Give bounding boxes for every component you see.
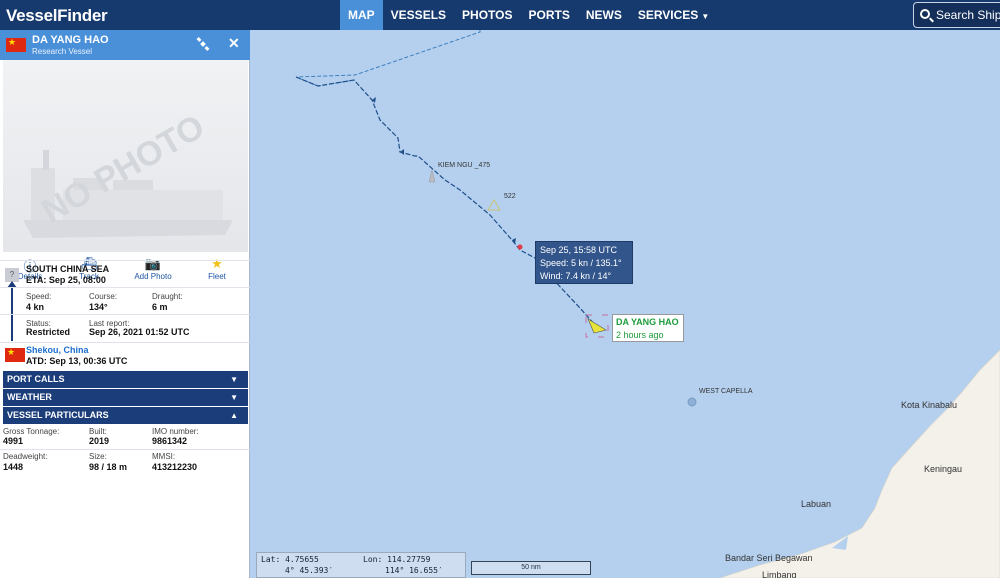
particulars-divider — [0, 449, 250, 450]
tooltip-time: Sep 25, 15:58 UTC — [540, 245, 618, 255]
chevron-up-icon: ▲ — [230, 411, 238, 420]
map-svg — [295, 30, 1000, 578]
last-report-value: Sep 26, 2021 01:52 UTC — [89, 327, 190, 337]
lon-decimal: Lon: 114.27759 — [363, 555, 431, 564]
vessel-panel-header: DA YANG HAO Research Vessel ✕ — [0, 30, 250, 60]
chevron-down-icon: ▼ — [230, 393, 238, 402]
eta: ETA: Sep 25, 08:00 — [26, 275, 106, 285]
top-navbar: VesselFinder MAP VESSELS PHOTOS PORTS NE… — [0, 0, 1000, 30]
unknown-flag-icon: ? — [5, 268, 19, 282]
map-canvas[interactable]: KIEM NGU _475 522 WEST CAPELLA Kota Kina… — [250, 30, 1000, 578]
caret-down-icon: ▼ — [701, 12, 710, 21]
track-arrow-icon — [372, 97, 376, 103]
course-value: 134° — [89, 302, 108, 312]
marker-522-icon — [487, 199, 501, 211]
marker-kiem-ngu-label[interactable]: KIEM NGU _475 — [438, 162, 490, 169]
tooltip-speed: Speed: 5 kn / 135.1° — [540, 258, 622, 268]
city-bandar-seri-begawan: Bandar Seri Begawan — [725, 553, 813, 563]
section-port-calls[interactable]: PORT CALLS ▼ — [3, 371, 248, 388]
main-nav: MAP VESSELS PHOTOS PORTS NEWS SERVICES ▼ — [340, 0, 717, 30]
section-port-calls-label: PORT CALLS — [7, 374, 65, 384]
deadweight-value: 1448 — [3, 462, 24, 472]
vessel-name: DA YANG HAO — [32, 34, 109, 46]
course-label: Course: — [89, 292, 118, 301]
chevron-down-icon: ▼ — [230, 375, 238, 384]
lon-dms: 114° 16.655′ — [385, 566, 443, 575]
city-limbang: Limbang — [762, 570, 797, 578]
departure-flag-icon — [5, 347, 25, 362]
city-keningau: Keningau — [924, 464, 963, 474]
tooltip-wind: Wind: 7.4 kn / 14° — [540, 271, 612, 281]
vessel-map-name: DA YANG HAO — [616, 317, 679, 327]
speed-value: 4 kn — [26, 302, 45, 312]
size-label: Size: — [89, 452, 107, 461]
imo-value: 9861342 — [152, 436, 188, 446]
close-panel-icon[interactable]: ✕ — [228, 35, 240, 52]
lat-decimal: Lat: 4.75655 — [261, 555, 319, 564]
nav-ports[interactable]: PORTS — [521, 0, 578, 30]
mmsi-value: 413212230 — [152, 462, 198, 472]
marker-522-label[interactable]: 522 — [504, 193, 516, 200]
section-weather-label: WEATHER — [7, 392, 52, 402]
map-scale-bar: 50 nm — [471, 561, 591, 575]
coordinates-readout: Lat: 4.75655 4° 45.393′ Lon: 114.27759 1… — [256, 552, 466, 578]
nav-news[interactable]: NEWS — [578, 0, 630, 30]
vessel-panel: DA YANG HAO Research Vessel ✕ NO PHOTO ⓘ… — [0, 30, 250, 578]
vessel-type: Research Vessel — [32, 47, 93, 56]
vessel-track — [295, 76, 596, 326]
nav-services[interactable]: SERVICES ▼ — [630, 0, 717, 30]
imo-label: IMO number: — [152, 427, 199, 436]
china-flag-icon — [6, 37, 26, 52]
track-point — [517, 244, 523, 250]
satellite-icon[interactable] — [196, 37, 210, 51]
atd: ATD: Sep 13, 00:36 UTC — [26, 356, 128, 366]
nav-services-label: SERVICES — [637, 8, 699, 22]
draught-label: Draught: — [152, 292, 183, 301]
search-icon — [920, 9, 930, 19]
section-weather[interactable]: WEATHER ▼ — [3, 389, 248, 406]
vessel-track-old — [295, 30, 481, 87]
vessel-icon — [587, 318, 607, 334]
track-point-tooltip: Sep 25, 15:58 UTC Speed: 5 kn / 135.1° W… — [535, 241, 633, 284]
section-particulars-label: VESSEL PARTICULARS — [7, 410, 109, 420]
lat-dms: 4° 45.393′ — [285, 566, 334, 575]
west-capella-marker — [687, 397, 697, 407]
mmsi-label: MMSI: — [152, 452, 176, 461]
destination: SOUTH CHINA SEA — [26, 264, 110, 274]
gross-tonnage-label: Gross Tonnage: — [3, 427, 60, 436]
deadweight-label: Deadweight: — [3, 452, 48, 461]
section-vessel-particulars[interactable]: VESSEL PARTICULARS ▲ — [3, 407, 248, 424]
vessel-map-age: 2 hours ago — [616, 330, 664, 340]
nav-photos[interactable]: PHOTOS — [454, 0, 520, 30]
search-ships-button[interactable]: Search Ships / Ports — [913, 2, 1000, 28]
nav-vessels[interactable]: VESSELS — [383, 0, 454, 30]
marker-kiem-ngu-icon — [428, 169, 436, 183]
search-label: Search Ships / Ports — [936, 8, 1000, 22]
gross-tonnage-value: 4991 — [3, 436, 24, 446]
built-value: 2019 — [89, 436, 110, 446]
vesselfinder-logo[interactable]: VesselFinder — [6, 6, 108, 26]
nav-map[interactable]: MAP — [340, 0, 383, 30]
built-label: Built: — [89, 427, 107, 436]
size-value: 98 / 18 m — [89, 462, 128, 472]
draught-value: 6 m — [152, 302, 168, 312]
west-capella-label[interactable]: WEST CAPELLA — [699, 388, 753, 395]
vessel-photo-placeholder[interactable]: NO PHOTO — [3, 60, 248, 252]
status-value: Restricted — [26, 327, 71, 337]
vessel-map-label[interactable]: DA YANG HAO 2 hours ago — [612, 314, 684, 342]
city-labuan: Labuan — [801, 499, 832, 509]
city-kota-kinabalu: Kota Kinabalu — [901, 400, 958, 410]
speed-label: Speed: — [26, 292, 52, 301]
departure-port-link[interactable]: Shekou, China — [26, 345, 89, 355]
track-arrow-icon — [400, 149, 404, 155]
